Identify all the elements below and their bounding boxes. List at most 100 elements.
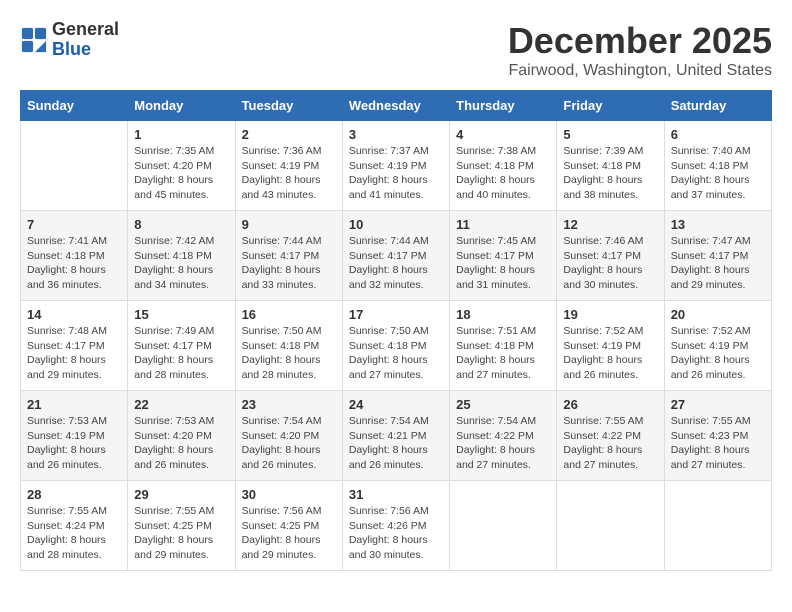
day-number: 1 xyxy=(134,127,228,142)
day-info: Sunrise: 7:41 AMSunset: 4:18 PMDaylight:… xyxy=(27,234,121,293)
calendar-cell: 8 Sunrise: 7:42 AMSunset: 4:18 PMDaylight… xyxy=(128,211,235,301)
day-info: Sunrise: 7:42 AMSunset: 4:18 PMDaylight:… xyxy=(134,234,228,293)
calendar-cell: 17Sunrise: 7:50 AMSunset: 4:18 PMDayligh… xyxy=(342,301,449,391)
weekday-header-tuesday: Tuesday xyxy=(235,91,342,121)
day-info: Sunrise: 7:52 AMSunset: 4:19 PMDaylight:… xyxy=(563,324,657,383)
calendar-cell xyxy=(450,481,557,571)
day-number: 15 xyxy=(134,307,228,322)
day-number: 28 xyxy=(27,487,121,502)
calendar-cell: 28 Sunrise: 7:55 AMSunset: 4:24 PMDayligh… xyxy=(21,481,128,571)
day-number: 18 xyxy=(456,307,550,322)
calendar-cell: 9 Sunrise: 7:44 AMSunset: 4:17 PMDaylight… xyxy=(235,211,342,301)
day-number: 14 xyxy=(27,307,121,322)
day-number: 30 xyxy=(242,487,336,502)
calendar-cell: 25Sunrise: 7:54 AMSunset: 4:22 PMDayligh… xyxy=(450,391,557,481)
calendar-cell: 16 Sunrise: 7:50 AMSunset: 4:18 PMDayligh… xyxy=(235,301,342,391)
calendar-cell: 2 Sunrise: 7:36 AMSunset: 4:19 PMDaylight… xyxy=(235,121,342,211)
calendar-cell: 21Sunrise: 7:53 AMSunset: 4:19 PMDayligh… xyxy=(21,391,128,481)
calendar-cell: 4Sunrise: 7:38 AMSunset: 4:18 PMDaylight… xyxy=(450,121,557,211)
day-info: Sunrise: 7:40 AMSunset: 4:18 PMDaylight:… xyxy=(671,144,765,203)
day-number: 27 xyxy=(671,397,765,412)
day-info: Sunrise: 7:54 AMSunset: 4:20 PMDaylight:… xyxy=(242,414,336,473)
day-info: Sunrise: 7:44 AMSunset: 4:17 PMDaylight:… xyxy=(242,234,336,293)
day-info: Sunrise: 7:54 AMSunset: 4:21 PMDaylight:… xyxy=(349,414,443,473)
calendar-cell: 15 Sunrise: 7:49 AMSunset: 4:17 PMDayligh… xyxy=(128,301,235,391)
header: General Blue December 2025 Fairwood, Was… xyxy=(20,20,772,80)
day-number: 17 xyxy=(349,307,443,322)
title-area: December 2025 Fairwood, Washington, Unit… xyxy=(508,20,772,80)
weekday-header-monday: Monday xyxy=(128,91,235,121)
calendar-cell: 7Sunrise: 7:41 AMSunset: 4:18 PMDaylight… xyxy=(21,211,128,301)
month-title: December 2025 xyxy=(508,20,772,62)
calendar-week-2: 7Sunrise: 7:41 AMSunset: 4:18 PMDaylight… xyxy=(21,211,772,301)
day-info: Sunrise: 7:47 AMSunset: 4:17 PMDaylight:… xyxy=(671,234,765,293)
day-number: 13 xyxy=(671,217,765,232)
calendar-cell: 24 Sunrise: 7:54 AMSunset: 4:21 PMDayligh… xyxy=(342,391,449,481)
day-number: 29 xyxy=(134,487,228,502)
logo-line1: General xyxy=(52,20,119,40)
calendar-cell xyxy=(557,481,664,571)
day-number: 12 xyxy=(563,217,657,232)
calendar-cell: 14 Sunrise: 7:48 AMSunset: 4:17 PMDayligh… xyxy=(21,301,128,391)
calendar-cell: 13 Sunrise: 7:47 AMSunset: 4:17 PMDayligh… xyxy=(664,211,771,301)
day-info: Sunrise: 7:53 AMSunset: 4:20 PMDaylight:… xyxy=(134,414,228,473)
day-number: 31 xyxy=(349,487,443,502)
calendar-cell: 22Sunrise: 7:53 AMSunset: 4:20 PMDayligh… xyxy=(128,391,235,481)
day-info: Sunrise: 7:56 AMSunset: 4:25 PMDaylight:… xyxy=(242,504,336,563)
calendar-cell xyxy=(664,481,771,571)
day-number: 5 xyxy=(563,127,657,142)
day-number: 8 xyxy=(134,217,228,232)
day-info: Sunrise: 7:36 AMSunset: 4:19 PMDaylight:… xyxy=(242,144,336,203)
location-title: Fairwood, Washington, United States xyxy=(508,62,772,80)
calendar-cell: 12 Sunrise: 7:46 AMSunset: 4:17 PMDayligh… xyxy=(557,211,664,301)
day-info: Sunrise: 7:55 AMSunset: 4:24 PMDaylight:… xyxy=(27,504,121,563)
logo-icon xyxy=(20,26,48,54)
day-info: Sunrise: 7:45 AMSunset: 4:17 PMDaylight:… xyxy=(456,234,550,293)
calendar-cell: 18Sunrise: 7:51 AMSunset: 4:18 PMDayligh… xyxy=(450,301,557,391)
day-number: 19 xyxy=(563,307,657,322)
calendar-table: SundayMondayTuesdayWednesdayThursdayFrid… xyxy=(20,90,772,571)
day-info: Sunrise: 7:49 AMSunset: 4:17 PMDaylight:… xyxy=(134,324,228,383)
day-number: 20 xyxy=(671,307,765,322)
day-number: 9 xyxy=(242,217,336,232)
day-number: 26 xyxy=(563,397,657,412)
calendar-cell: 10Sunrise: 7:44 AMSunset: 4:17 PMDayligh… xyxy=(342,211,449,301)
calendar-cell: 23Sunrise: 7:54 AMSunset: 4:20 PMDayligh… xyxy=(235,391,342,481)
day-info: Sunrise: 7:55 AMSunset: 4:23 PMDaylight:… xyxy=(671,414,765,473)
calendar-cell: 31 Sunrise: 7:56 AMSunset: 4:26 PMDayligh… xyxy=(342,481,449,571)
day-info: Sunrise: 7:55 AMSunset: 4:25 PMDaylight:… xyxy=(134,504,228,563)
day-info: Sunrise: 7:56 AMSunset: 4:26 PMDaylight:… xyxy=(349,504,443,563)
day-info: Sunrise: 7:46 AMSunset: 4:17 PMDaylight:… xyxy=(563,234,657,293)
day-number: 24 xyxy=(349,397,443,412)
weekday-header-thursday: Thursday xyxy=(450,91,557,121)
calendar-week-1: 1 Sunrise: 7:35 AMSunset: 4:20 PMDaylight… xyxy=(21,121,772,211)
calendar-cell: 20 Sunrise: 7:52 AMSunset: 4:19 PMDayligh… xyxy=(664,301,771,391)
day-number: 16 xyxy=(242,307,336,322)
day-info: Sunrise: 7:55 AMSunset: 4:22 PMDaylight:… xyxy=(563,414,657,473)
weekday-header-sunday: Sunday xyxy=(21,91,128,121)
weekday-header-saturday: Saturday xyxy=(664,91,771,121)
weekday-header-wednesday: Wednesday xyxy=(342,91,449,121)
calendar-cell: 6Sunrise: 7:40 AMSunset: 4:18 PMDaylight… xyxy=(664,121,771,211)
logo: General Blue xyxy=(20,20,119,60)
day-info: Sunrise: 7:35 AMSunset: 4:20 PMDaylight:… xyxy=(134,144,228,203)
day-number: 2 xyxy=(242,127,336,142)
calendar-cell: 19 Sunrise: 7:52 AMSunset: 4:19 PMDayligh… xyxy=(557,301,664,391)
calendar-cell: 3Sunrise: 7:37 AMSunset: 4:19 PMDaylight… xyxy=(342,121,449,211)
day-number: 3 xyxy=(349,127,443,142)
day-info: Sunrise: 7:48 AMSunset: 4:17 PMDaylight:… xyxy=(27,324,121,383)
calendar-cell: 26 Sunrise: 7:55 AMSunset: 4:22 PMDayligh… xyxy=(557,391,664,481)
calendar-cell: 29 Sunrise: 7:55 AMSunset: 4:25 PMDayligh… xyxy=(128,481,235,571)
calendar-cell: 11Sunrise: 7:45 AMSunset: 4:17 PMDayligh… xyxy=(450,211,557,301)
day-info: Sunrise: 7:50 AMSunset: 4:18 PMDaylight:… xyxy=(242,324,336,383)
calendar-week-5: 28 Sunrise: 7:55 AMSunset: 4:24 PMDayligh… xyxy=(21,481,772,571)
calendar-week-3: 14 Sunrise: 7:48 AMSunset: 4:17 PMDayligh… xyxy=(21,301,772,391)
day-info: Sunrise: 7:54 AMSunset: 4:22 PMDaylight:… xyxy=(456,414,550,473)
weekday-header-row: SundayMondayTuesdayWednesdayThursdayFrid… xyxy=(21,91,772,121)
logo-line2: Blue xyxy=(52,40,119,60)
calendar-cell: 27 Sunrise: 7:55 AMSunset: 4:23 PMDayligh… xyxy=(664,391,771,481)
day-number: 10 xyxy=(349,217,443,232)
logo-text: General Blue xyxy=(52,20,119,60)
day-info: Sunrise: 7:52 AMSunset: 4:19 PMDaylight:… xyxy=(671,324,765,383)
calendar-week-4: 21Sunrise: 7:53 AMSunset: 4:19 PMDayligh… xyxy=(21,391,772,481)
